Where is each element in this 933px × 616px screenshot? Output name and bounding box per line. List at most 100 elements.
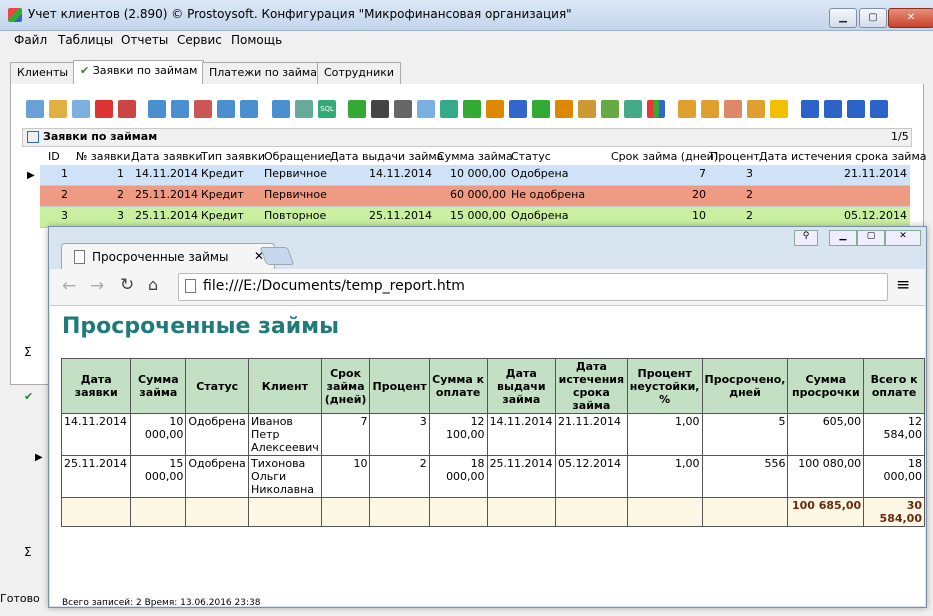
new-tab-button[interactable] xyxy=(259,247,295,265)
report-cell xyxy=(185,497,250,527)
export-html-icon[interactable] xyxy=(555,100,573,118)
menu-reports[interactable]: Отчеты xyxy=(121,33,168,47)
browser-tab[interactable]: Просроченные займы ✕ xyxy=(61,243,275,272)
report-cell xyxy=(701,497,789,527)
close-button[interactable]: ✕ xyxy=(888,8,933,28)
table-row[interactable]: 2 2 25.11.2014 Кредит Первичное 60 000,00 Не о… xyxy=(40,186,910,207)
cell-term: 7 xyxy=(699,167,706,180)
url-bar[interactable]: file:///E:/Documents/temp_report.htm xyxy=(178,273,888,301)
cell-sum: 15 000,00 xyxy=(450,209,506,222)
col-type[interactable]: Тип заявки xyxy=(201,150,265,165)
minimize-button[interactable]: ▁ xyxy=(829,8,857,28)
copy-icon[interactable] xyxy=(72,100,90,118)
home-icon[interactable]: ⌂ xyxy=(148,275,158,294)
table-row[interactable]: 3 3 25.11.2014 Кредит Повторное 25.11.2014 15 … xyxy=(40,207,910,228)
prev-record-icon[interactable] xyxy=(824,100,842,118)
table-settings-icon[interactable] xyxy=(724,100,742,118)
col-status[interactable]: Статус xyxy=(511,150,551,165)
search-icon[interactable] xyxy=(371,100,389,118)
browser-maximize-button[interactable]: ▢ xyxy=(857,230,885,246)
tab-clients[interactable]: Клиенты xyxy=(10,62,76,84)
report-title: Просроченные займы xyxy=(62,314,339,339)
tab-employees[interactable]: Сотрудники xyxy=(317,62,402,84)
forward-icon[interactable]: → xyxy=(90,276,104,296)
menu-service[interactable]: Сервис xyxy=(177,33,222,47)
report-design-icon[interactable] xyxy=(701,100,719,118)
last-record-icon[interactable] xyxy=(870,100,888,118)
export-excel-icon[interactable] xyxy=(463,100,481,118)
report-cell: 1,00 xyxy=(626,455,703,498)
filter-icon[interactable] xyxy=(148,100,166,118)
col-pct[interactable]: Процент xyxy=(710,150,760,165)
browser-minimize-button[interactable]: ▁ xyxy=(829,230,857,246)
filter-clear-icon[interactable] xyxy=(171,100,189,118)
preview-icon[interactable] xyxy=(417,100,435,118)
export-doc-icon[interactable] xyxy=(509,100,527,118)
back-icon[interactable]: ← xyxy=(62,276,76,296)
menu-icon[interactable]: ≡ xyxy=(896,275,910,295)
report-cell xyxy=(428,497,488,527)
col-id[interactable]: ID xyxy=(48,150,60,165)
print-icon[interactable] xyxy=(394,100,412,118)
reload-icon[interactable]: ↻ xyxy=(120,275,134,295)
next-record-icon[interactable] xyxy=(847,100,865,118)
export-icon[interactable] xyxy=(486,100,504,118)
filter-edit-icon[interactable] xyxy=(217,100,235,118)
cell-expire: 21.11.2014 xyxy=(844,167,907,180)
report-row: 14.11.2014 10 000,00 Одобрена Иванов Петр А… xyxy=(60,413,925,456)
report-cell xyxy=(626,497,703,527)
table-row[interactable]: 1 1 14.11.2014 Кредит Первичное 14.11.2014 10 … xyxy=(40,165,910,186)
new-record-icon[interactable] xyxy=(26,100,44,118)
tab-loan-payments[interactable]: Платежи по займам xyxy=(202,62,333,84)
col-expire[interactable]: Дата истечения срока займа xyxy=(759,150,927,165)
cell-appeal: Первичное xyxy=(264,167,327,180)
edit-icon[interactable] xyxy=(49,100,67,118)
report-cell: 12 100,00 xyxy=(428,413,488,456)
cell-appeal: Повторное xyxy=(264,209,327,222)
filter-group-icon[interactable] xyxy=(295,100,313,118)
user-icon[interactable]: ⚲ xyxy=(794,230,818,246)
menu-tables[interactable]: Таблицы xyxy=(58,33,113,47)
cell-pct: 3 xyxy=(746,167,753,180)
col-appeal[interactable]: Обращение xyxy=(264,150,331,165)
browser-nav-bar: ← → ↻ ⌂ file:///E:/Documents/temp_report… xyxy=(50,269,925,306)
browser-close-button[interactable]: ✕ xyxy=(885,230,921,246)
properties-icon[interactable] xyxy=(747,100,765,118)
export-csv-icon[interactable] xyxy=(578,100,596,118)
report-cell: Иванов Петр Алексеевич xyxy=(248,413,322,456)
col-num[interactable]: № заявки xyxy=(76,150,130,165)
report-icon[interactable] xyxy=(678,100,696,118)
grid-title: Заявки по займам xyxy=(43,130,158,143)
col-date[interactable]: Дата заявки xyxy=(131,150,202,165)
export-xml-icon[interactable] xyxy=(624,100,642,118)
report-cell xyxy=(320,497,371,527)
maximize-button[interactable]: ▢ xyxy=(859,8,887,28)
col-term[interactable]: Срок займа (дней) xyxy=(611,150,718,165)
browser-tab-title: Просроченные займы xyxy=(92,250,229,264)
export-word-icon[interactable] xyxy=(440,100,458,118)
menu-help[interactable]: Помощь xyxy=(231,33,282,47)
menu-file[interactable]: Файл xyxy=(14,33,47,47)
tab-loan-requests[interactable]: ✔ Заявки по займам xyxy=(73,60,205,85)
report-cell xyxy=(248,497,322,527)
refresh-icon[interactable] xyxy=(348,100,366,118)
filter-settings-icon[interactable] xyxy=(240,100,258,118)
chart-icon[interactable] xyxy=(647,100,665,118)
col-issue[interactable]: Дата выдачи займа xyxy=(330,150,443,165)
delete-icon[interactable] xyxy=(95,100,113,118)
col-sum[interactable]: Сумма займа xyxy=(437,150,513,165)
export-txt-icon[interactable] xyxy=(601,100,619,118)
report-col-header: Сумма к оплате xyxy=(428,358,488,414)
report-cell: 1,00 xyxy=(626,413,703,456)
sql-icon[interactable]: SQL xyxy=(318,100,336,118)
lightning-icon[interactable] xyxy=(770,100,788,118)
filter-remove-icon[interactable] xyxy=(194,100,212,118)
first-record-icon[interactable] xyxy=(801,100,819,118)
title-bar: Учет клиентов (2.890) © Prostoysoft. Кон… xyxy=(0,0,933,31)
export-xls-icon[interactable] xyxy=(532,100,550,118)
report-cell: 3 xyxy=(369,413,430,456)
quick-filter-icon[interactable] xyxy=(272,100,290,118)
report-cell: 14.11.2014 xyxy=(60,413,132,456)
delete-all-icon[interactable] xyxy=(118,100,136,118)
page-icon xyxy=(74,250,85,264)
